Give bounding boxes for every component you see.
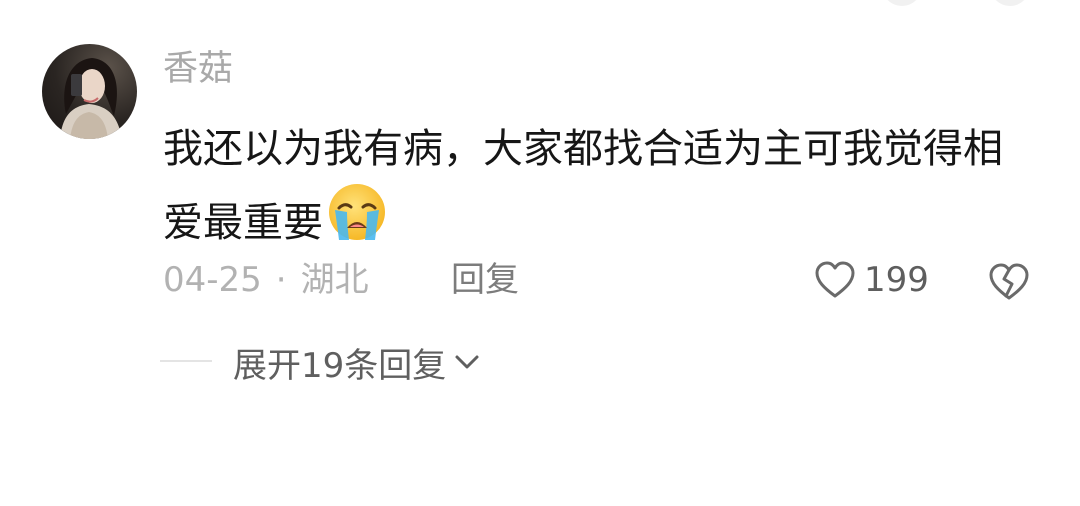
comment-body: 我还以为我有病，大家都找合适为主可我觉得相爱最重要: [163, 126, 1003, 246]
loudly-crying-face-icon: [325, 180, 389, 262]
avatar[interactable]: [42, 44, 137, 139]
dislike-button[interactable]: [988, 262, 1030, 306]
comment-date: 04-25: [163, 260, 262, 300]
meta-separator: ·: [275, 260, 287, 300]
expand-replies-label: 展开19条回复: [233, 345, 447, 386]
top-action-stub: [882, 0, 922, 6]
comment-meta: 04-25 · 湖北 回复: [163, 258, 519, 302]
top-action-stub: [990, 0, 1030, 6]
comment-location: 湖北: [300, 260, 369, 300]
comment-username[interactable]: 香菇: [163, 52, 233, 87]
comment-text: 我还以为我有病，大家都找合适为主可我觉得相爱最重要: [163, 118, 1023, 262]
reply-button[interactable]: 回复: [451, 258, 519, 302]
heart-outline-icon: [815, 261, 855, 298]
expand-replies-button[interactable]: 展开19条回复: [233, 340, 480, 386]
broken-heart-icon: [989, 263, 1029, 300]
like-button[interactable]: 199: [814, 258, 929, 302]
expand-divider: [160, 360, 212, 362]
chevron-down-icon: [455, 355, 479, 369]
like-count: 199: [864, 260, 929, 300]
